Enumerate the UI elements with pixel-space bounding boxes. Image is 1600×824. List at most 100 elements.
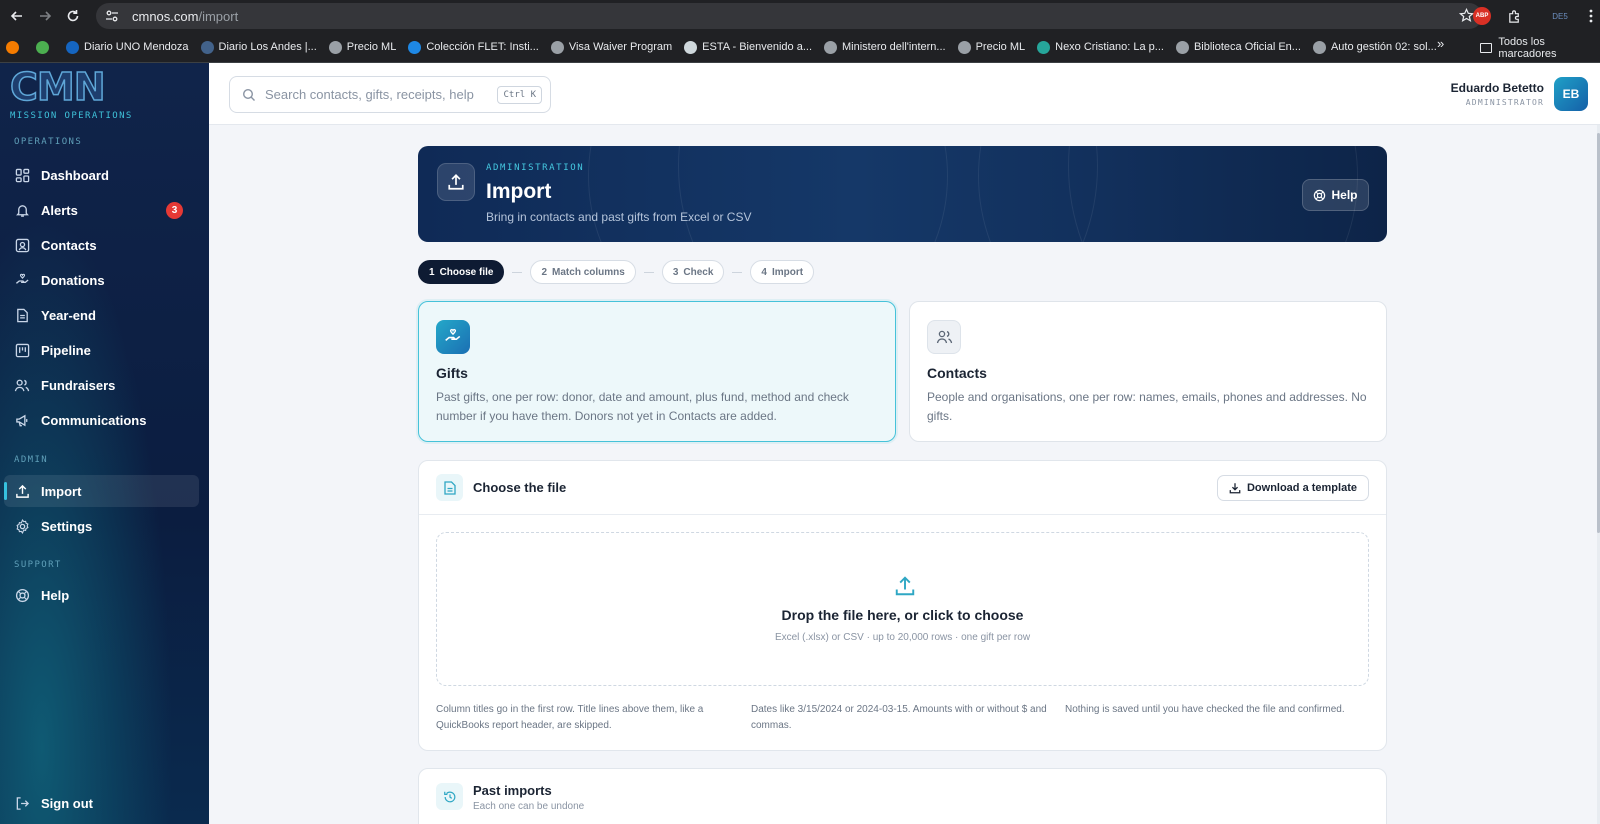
sidebar-item-label: Import (41, 483, 82, 499)
bookmark-item[interactable]: Precio ML (323, 35, 403, 59)
bookmark-favicon-icon (957, 40, 971, 54)
bookmark-label: Diario UNO Mendoza (84, 41, 189, 53)
search-input[interactable]: Search contacts, gifts, receipts, help C… (229, 76, 551, 113)
bookmark-favicon-icon (6, 40, 19, 54)
all-bookmarks-folder[interactable]: Todos los marcadores (1480, 32, 1600, 62)
sidebar-item-label: Year-end (41, 307, 96, 323)
file-dropzone[interactable]: Drop the file here, or click to choose E… (436, 532, 1369, 686)
note-column-titles: Column titles go in the first row. Title… (436, 704, 704, 731)
search-shortcut-hint: Ctrl K (497, 86, 542, 104)
import-type-gifts-card[interactable]: Gifts Past gifts, one per row: donor, da… (418, 301, 896, 442)
folder-icon (1480, 42, 1493, 53)
sidebar-item-contacts[interactable]: Contacts (4, 229, 199, 261)
sidebar-item-label: Help (41, 587, 70, 603)
sidebar-item-help[interactable]: Help (4, 579, 199, 611)
bookmark-label: Auto gestión 02: sol... (1330, 41, 1437, 53)
bookmarks-overflow-icon[interactable]: » (1437, 36, 1444, 51)
sidebar-item-label: Contacts (41, 237, 97, 253)
bookmark-favicon-icon (550, 40, 564, 54)
users-icon (14, 377, 30, 393)
back-icon[interactable] (6, 5, 28, 27)
bookmark-item[interactable]: Diario UNO Mendoza (60, 35, 195, 59)
bookmark-item[interactable] (30, 35, 60, 59)
help-button[interactable]: Help (1302, 179, 1369, 211)
users-icon (927, 320, 961, 354)
sidebar-item-sign-out[interactable]: Sign out (4, 787, 199, 819)
upload-icon (14, 483, 30, 499)
bookmark-favicon-icon (408, 40, 422, 54)
bookmark-item[interactable]: Nexo Cristiano: La p... (1031, 35, 1170, 59)
address-bar[interactable]: cmnos.com/import (96, 3, 1482, 29)
extensions-puzzle-icon[interactable] (1505, 7, 1523, 25)
user-menu[interactable]: Eduardo Betetto ADMINISTRATOR EB (1451, 76, 1588, 112)
bookmark-item[interactable]: Ministero dell'intern... (818, 35, 952, 59)
browser-menu-icon[interactable] (1582, 7, 1600, 25)
bookmarks-bar: Diario UNO Mendoza Diario Los Andes |... P… (0, 32, 1600, 63)
logo-letter: C (9, 65, 38, 109)
bookmark-star-icon[interactable] (1458, 7, 1475, 28)
upload-icon (894, 575, 916, 597)
help-button-label: Help (1331, 188, 1358, 202)
adblock-extension-icon[interactable]: ABP (1473, 7, 1491, 25)
app-header: Search contacts, gifts, receipts, help C… (209, 63, 1600, 125)
dashboard-icon (14, 167, 30, 183)
bell-icon (14, 202, 30, 218)
gear-icon (14, 518, 30, 534)
bookmark-item[interactable]: ESTA - Bienvenido a... (678, 35, 818, 59)
page-subtitle: Bring in contacts and past gifts from Ex… (486, 210, 752, 224)
forward-icon[interactable] (34, 5, 56, 27)
avatar[interactable]: EB (1554, 77, 1588, 111)
profile-extension-icon[interactable]: DE5 (1546, 7, 1574, 25)
bookmark-item[interactable]: Visa Waiver Program (545, 35, 678, 59)
download-template-label: Download a template (1246, 482, 1357, 494)
step-number: 1 (429, 266, 435, 278)
past-imports-title: Past imports (473, 783, 552, 798)
reload-icon[interactable] (62, 5, 84, 27)
bookmark-label: Nexo Cristiano: La p... (1055, 41, 1164, 53)
sidebar-item-pipeline[interactable]: Pipeline (4, 334, 199, 366)
card-description: Past gifts, one per row: donor, date and… (436, 390, 849, 423)
bookmark-label: Ministero dell'intern... (842, 41, 946, 53)
sidebar-item-dashboard[interactable]: Dashboard (4, 159, 199, 191)
bookmark-item[interactable]: Colección FLET: Insti... (402, 35, 545, 59)
alerts-count-badge: 3 (166, 202, 183, 219)
brand-logo[interactable]: C M N MISSION OPERATIONS (9, 65, 170, 121)
bookmark-favicon-icon (36, 40, 49, 54)
sidebar-item-label: Fundraisers (41, 377, 116, 393)
step-choose-file[interactable]: 1 Choose file (418, 260, 505, 284)
sidebar-item-label: Sign out (41, 795, 93, 811)
step-import[interactable]: 4 Import (750, 260, 815, 284)
step-number: 4 (761, 266, 767, 278)
all-bookmarks-label: Todos los marcadores (1498, 35, 1557, 60)
file-icon (436, 474, 463, 501)
bookmark-item[interactable]: Precio ML (952, 35, 1032, 59)
page-title: Import (486, 180, 552, 203)
import-type-contacts-card[interactable]: Contacts People and organisations, one p… (909, 301, 1387, 442)
bookmark-item[interactable] (0, 35, 30, 59)
sidebar-item-label: Settings (41, 518, 93, 534)
sidebar-item-import[interactable]: Import (4, 475, 199, 507)
choose-file-panel: Choose the file Download a template Drop… (418, 460, 1387, 751)
sidebar-item-donations[interactable]: Donations (4, 264, 199, 296)
bookmark-item[interactable]: Diario Los Andes |... (195, 35, 323, 59)
card-title: Gifts (436, 365, 468, 381)
logo-letter: M (36, 65, 75, 109)
sidebar-item-year-end[interactable]: Year-end (4, 299, 199, 331)
bookmark-label: ESTA - Bienvenido a... (702, 41, 812, 53)
note-nothing-saved: Nothing is saved until you have checked … (1065, 704, 1345, 715)
section-label-support: SUPPORT (14, 560, 62, 570)
card-description: People and organisations, one per row: n… (927, 390, 1367, 423)
site-settings-icon[interactable] (104, 8, 120, 24)
bookmark-favicon-icon (1037, 40, 1051, 54)
step-check[interactable]: 3 Check (661, 260, 725, 284)
step-match-columns[interactable]: 2 Match columns (530, 260, 636, 284)
sidebar-item-fundraisers[interactable]: Fundraisers (4, 369, 199, 401)
step-label: Check (683, 266, 714, 278)
bookmark-item[interactable]: Auto gestión 02: sol... (1307, 35, 1443, 59)
history-icon (436, 783, 463, 810)
bookmark-item[interactable]: Biblioteca Oficial En... (1170, 35, 1307, 59)
sidebar-item-communications[interactable]: Communications (4, 404, 199, 436)
sidebar-item-settings[interactable]: Settings (4, 510, 199, 542)
sidebar-item-alerts[interactable]: Alerts 3 (4, 194, 199, 226)
download-template-button[interactable]: Download a template (1216, 475, 1369, 501)
